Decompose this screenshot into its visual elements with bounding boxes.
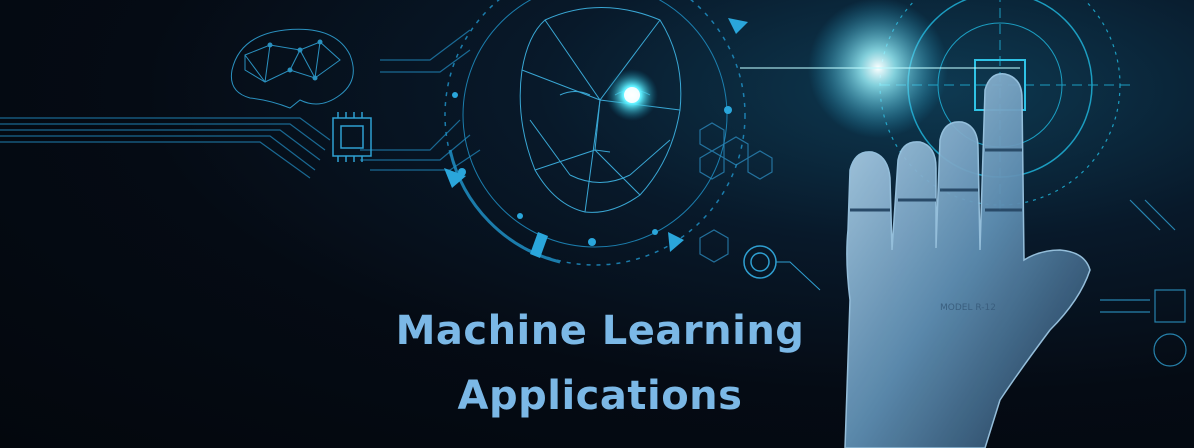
face-wireframe xyxy=(519,7,682,213)
hexagon-pattern xyxy=(699,122,773,263)
right-circuit-lines xyxy=(1100,199,1187,367)
hud-dots xyxy=(452,92,732,246)
ml-banner: MODEL R-12 Machine Learning Applications xyxy=(0,0,1194,448)
brain-network-icon xyxy=(230,28,354,109)
title-line-2: Applications xyxy=(457,373,743,419)
title-line-1: Machine Learning xyxy=(395,308,805,354)
chip-icon xyxy=(332,112,372,162)
light-flare xyxy=(808,0,948,138)
target-circle-icon xyxy=(743,245,821,291)
hand-engraving: MODEL R-12 xyxy=(940,303,996,313)
